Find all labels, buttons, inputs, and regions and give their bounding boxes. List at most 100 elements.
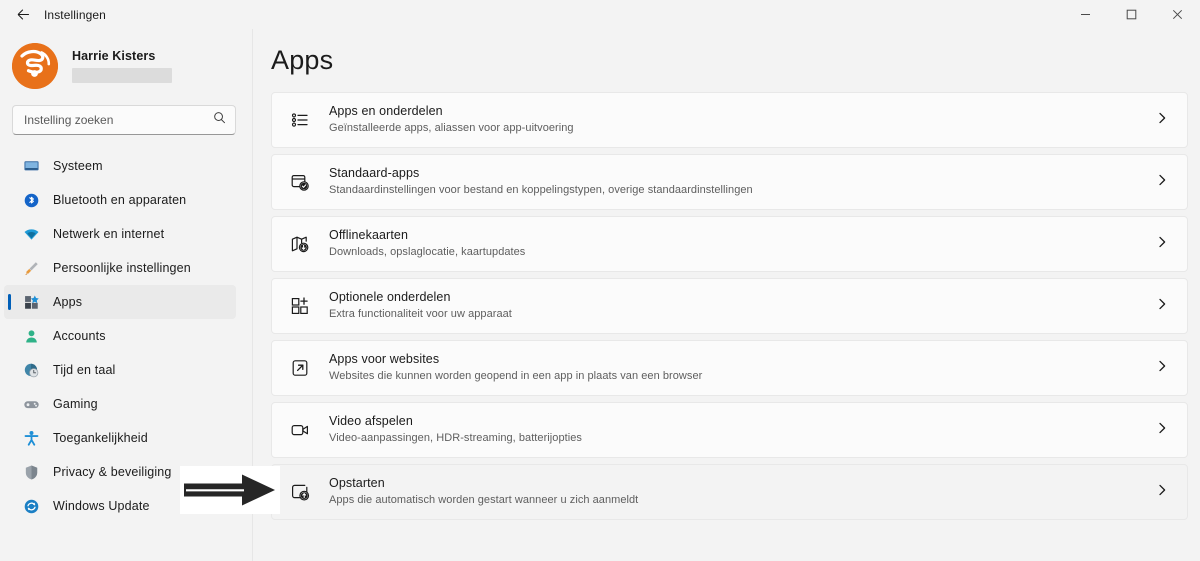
card-text-block: Video afspelen Video-aanpassingen, HDR-s… [329,414,1155,445]
update-refresh-icon [22,497,40,515]
card-subtitle: Websites die kunnen worden geopend in ee… [329,369,703,382]
card-title: Offlinekaarten [329,228,408,243]
sidebar-item-toegankelijkheid[interactable]: Toegankelijkheid [4,421,236,455]
sidebar-item-label: Gaming [53,397,98,411]
chevron-right-icon[interactable] [1155,297,1169,316]
sidebar-item-label: Tijd en taal [53,363,116,377]
card-text-block: Standaard-apps Standaardinstellingen voo… [329,166,1155,197]
sidebar-item-accounts[interactable]: Accounts [4,319,236,353]
window-controls [1062,0,1200,29]
accessibility-icon [22,429,40,447]
profile-name: Harrie Kisters [72,48,156,63]
settings-card-apps-en-onderdelen[interactable]: Apps en onderdelen Geïnstalleerde apps, … [271,92,1188,148]
minimize-icon [1080,14,1090,15]
map-download-icon [289,233,311,255]
search-container [0,91,252,135]
card-title: Standaard-apps [329,166,420,181]
back-arrow-icon [17,9,29,20]
card-subtitle: Standaardinstellingen voor bestand en ko… [329,183,753,196]
sidebar-item-label: Netwerk en internet [53,227,165,241]
search-input[interactable] [13,106,235,134]
chevron-right-icon[interactable] [1155,235,1169,254]
sidebar-item-label: Privacy & beveiliging [53,465,172,479]
apps-grid-icon [22,293,40,311]
sidebar-item-label: Bluetooth en apparaten [53,193,187,207]
close-button[interactable] [1154,0,1200,29]
bulleted-list-icon [289,109,311,131]
company-logo-icon [12,42,58,89]
chevron-right-icon[interactable] [1155,421,1169,440]
sidebar-item-gaming[interactable]: Gaming [4,387,236,421]
sidebar-item-persoonlijke-instellingen[interactable]: Persoonlijke instellingen [4,251,236,285]
person-icon [22,327,40,345]
card-text-block: Offlinekaarten Downloads, opslaglocatie,… [329,228,1155,259]
settings-card-optionele-onderdelen[interactable]: Optionele onderdelen Extra functionalite… [271,278,1188,334]
sidebar-item-label: Apps [53,295,83,309]
startup-power-icon [289,481,311,503]
sidebar-item-bluetooth-en-apparaten[interactable]: Bluetooth en apparaten [4,183,236,217]
profile-text-block: Harrie Kisters [72,49,172,83]
annotation-arrow [180,466,280,514]
page-title: Apps [271,45,334,75]
card-subtitle: Extra functionaliteit voor uw apparaat [329,307,512,320]
card-title: Video afspelen [329,414,413,429]
card-text-block: Apps voor websites Websites die kunnen w… [329,352,1155,383]
search-box[interactable] [12,105,236,135]
video-camera-icon [289,419,311,441]
monitor-icon [22,157,40,175]
settings-card-video-afspelen[interactable]: Video afspelen Video-aanpassingen, HDR-s… [271,402,1188,458]
card-title: Apps voor websites [329,352,440,367]
sidebar-item-tijd-en-taal[interactable]: Tijd en taal [4,353,236,387]
sidebar-item-label: Accounts [53,329,106,343]
search-icon [213,111,226,129]
shield-icon [22,463,40,481]
clock-globe-icon [22,361,40,379]
settings-card-standaard-apps[interactable]: Standaard-apps Standaardinstellingen voo… [271,154,1188,210]
card-subtitle: Downloads, opslaglocatie, kaartupdates [329,245,526,258]
sidebar-item-label: Systeem [53,159,103,173]
close-icon [1172,9,1182,20]
card-text-block: Optionele onderdelen Extra functionalite… [329,290,1155,321]
settings-card-opstarten[interactable]: Opstarten Apps die automatisch worden ge… [271,464,1188,520]
chevron-right-icon[interactable] [1155,111,1169,130]
profile-redacted-field [72,67,172,83]
card-title: Opstarten [329,476,385,491]
settings-card-list: Apps en onderdelen Geïnstalleerde apps, … [252,92,1200,520]
app-default-check-icon [289,171,311,193]
title-bar: Instellingen [0,0,1200,29]
maximize-icon [1126,9,1136,20]
sidebar-item-netwerk-en-internet[interactable]: Netwerk en internet [4,217,236,251]
window-title: Instellingen [44,7,106,22]
settings-card-offlinekaarten[interactable]: Offlinekaarten Downloads, opslaglocatie,… [271,216,1188,272]
grid-plus-icon [289,295,311,317]
card-title: Optionele onderdelen [329,290,451,305]
card-subtitle: Geïnstalleerde apps, aliassen voor app-u… [329,121,574,134]
card-text-block: Opstarten Apps die automatisch worden ge… [329,476,1155,507]
gamepad-icon [22,395,40,413]
back-button[interactable] [8,3,38,27]
card-text-block: Apps en onderdelen Geïnstalleerde apps, … [329,104,1155,135]
sidebar-item-apps[interactable]: Apps [4,285,236,319]
external-link-icon [289,357,311,379]
minimize-button[interactable] [1062,0,1108,29]
card-subtitle: Apps die automatisch worden gestart wann… [329,493,639,506]
settings-card-apps-voor-websites[interactable]: Apps voor websites Websites die kunnen w… [271,340,1188,396]
pointing-arrow-icon [184,474,275,506]
chevron-right-icon[interactable] [1155,173,1169,192]
sidebar-item-label: Toegankelijkheid [53,431,148,445]
settings-window: Instellingen Harrie Kisters Instelling z… [0,0,1200,561]
sidebar-item-label: Persoonlijke instellingen [53,261,191,275]
sidebar-item-systeem[interactable]: Systeem [4,149,236,183]
card-subtitle: Video-aanpassingen, HDR-streaming, batte… [329,431,582,444]
wifi-icon [22,225,40,243]
avatar [12,42,58,89]
sidebar-item-label: Windows Update [53,499,150,513]
chevron-right-icon[interactable] [1155,359,1169,378]
bluetooth-icon [22,191,40,209]
maximize-button[interactable] [1108,0,1154,29]
card-title: Apps en onderdelen [329,104,443,119]
user-profile[interactable]: Harrie Kisters [0,29,252,91]
chevron-right-icon[interactable] [1155,483,1169,502]
content-area: Apps Apps en onderdelen Geïnstalleerde a… [252,29,1200,561]
paintbrush-icon [22,259,40,277]
